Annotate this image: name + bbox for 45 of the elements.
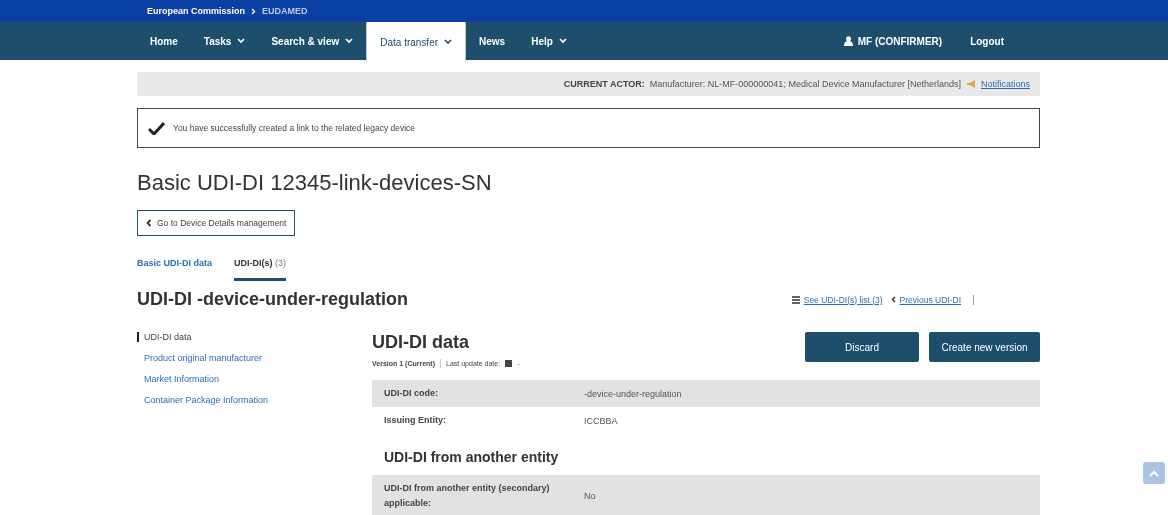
checkmark-icon: [148, 121, 165, 135]
action-button[interactable]: Create new version: [929, 332, 1040, 362]
list-icon: [791, 295, 800, 304]
megaphone-icon: [965, 80, 976, 88]
actor-value: Manufacturer: NL-MF-000000041; Medical Device Manufacturer [Netherlands]: [649, 79, 961, 89]
chevron-icon: [251, 7, 256, 15]
breadcrumb-link[interactable]: European Commission: [147, 6, 245, 16]
alert-message: You have successfully created a link to the related legacy device: [173, 123, 416, 133]
field-value: ICCBBA: [584, 415, 618, 426]
tab[interactable]: Basic UDI-DI data: [137, 258, 213, 281]
logout-link[interactable]: Logout: [970, 22, 1040, 60]
back-button[interactable]: Go to Device Details management: [137, 210, 296, 236]
section-title: UDI-DI -device-under-regulation: [137, 289, 410, 310]
panel-title: UDI-DI data: [372, 332, 470, 353]
action-button[interactable]: Discard: [805, 332, 919, 362]
side-nav-item[interactable]: Container Package Information: [137, 395, 372, 405]
nav-tab[interactable]: Data transfer: [366, 22, 467, 62]
chevron-left-icon: [146, 219, 152, 227]
field-label: UDI-DI code:: [384, 387, 439, 400]
scroll-to-top-button[interactable]: [1143, 462, 1165, 484]
field-value: No: [584, 490, 596, 501]
side-nav-item[interactable]: Market Information: [137, 374, 372, 384]
tab[interactable]: UDI-DI(s) (3): [234, 258, 287, 281]
field-label: Issuing Entity:: [384, 414, 447, 428]
chevron-left-icon: [890, 296, 896, 303]
side-nav-item[interactable]: UDI-DI data: [137, 332, 372, 342]
subsection-title: UDI-DI from another entity: [384, 448, 560, 465]
notifications-link[interactable]: Notifications: [980, 79, 1030, 89]
nav-tab[interactable]: Search & view: [258, 22, 367, 60]
side-nav-item[interactable]: Product original manufacturer: [137, 353, 372, 363]
list-link[interactable]: See UDI-DI(s) list (3): [803, 294, 883, 305]
chevron-up-icon: [1149, 469, 1159, 477]
nav-tab[interactable]: Help: [518, 22, 580, 60]
field-value: -device-under-regulation: [584, 388, 682, 399]
user-menu[interactable]: MF (CONFIRMER): [815, 22, 971, 60]
nav-tab[interactable]: Tasks: [190, 22, 259, 60]
nav-tab[interactable]: Home: [137, 22, 191, 60]
breadcrumb-link[interactable]: EUDAMED: [262, 6, 308, 16]
page-title: Basic UDI-DI 12345-link-devices-SN: [137, 170, 493, 196]
nav-tab[interactable]: News: [466, 22, 519, 60]
user-icon: [843, 36, 853, 46]
previous-link[interactable]: Previous UDI-DI: [899, 294, 961, 305]
field-label: UDI-DI from another entity (secondary) applicable:: [384, 481, 551, 510]
actor-label: CURRENT ACTOR:: [563, 79, 645, 89]
calendar-icon: [505, 360, 513, 367]
